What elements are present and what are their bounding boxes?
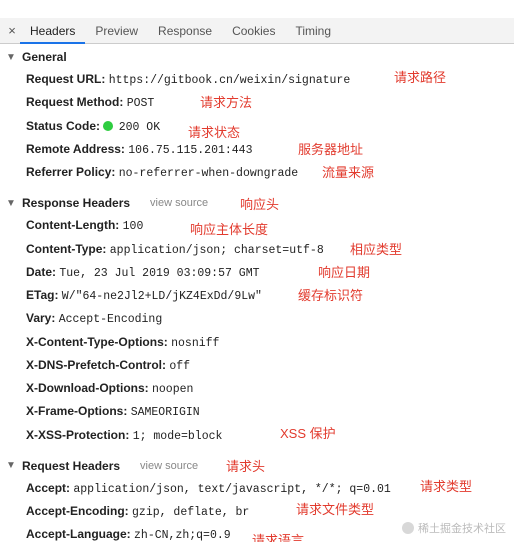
disclosure-triangle-icon: ▼ [6,52,16,63]
row-x-xss-protection: X-XSS-Protection: 1; mode=block XSS 保护 [26,424,514,447]
section-request-headers-header[interactable]: ▼ Request Headers view source 请求头 [0,453,514,477]
annotation-referer: 流量来源 [322,163,374,183]
value-request-url: https://gitbook.cn/weixin/signature [109,74,351,87]
tab-cookies[interactable]: Cookies [222,19,285,43]
value-content-length: 100 [123,220,144,233]
tab-bar: × Headers Preview Response Cookies Timin… [0,18,514,44]
row-x-download-options: X-Download-Options: noopen [26,377,514,400]
row-accept: Accept: application/json, text/javascrip… [26,477,514,500]
section-title-response-headers: Response Headers [22,196,130,210]
value-accept: application/json, text/javascript, */*; … [73,483,390,496]
section-title-general: General [22,50,67,64]
watermark: 稀土掘金技术社区 [402,520,506,536]
value-vary: Accept-Encoding [59,313,163,326]
row-content-type: Content-Type: application/json; charset=… [26,238,514,261]
label-status-code: Status Code: [26,119,100,133]
value-status-code: 200 OK [119,121,160,134]
annotation-xss: XSS 保护 [280,424,336,444]
annotation-etag: 缓存标识符 [298,286,363,306]
annotation-request-method: 请求方法 [200,93,252,113]
annotation-request-headers: 请求头 [226,456,265,475]
label-content-length: Content-Length: [26,218,119,232]
section-general-header[interactable]: ▼ General [0,44,514,68]
value-xdpc: off [169,360,190,373]
value-content-type: application/json; charset=utf-8 [110,244,324,257]
value-request-method: POST [127,97,155,110]
close-icon[interactable]: × [4,23,20,38]
annotation-accept-encoding: 请求文件类型 [296,500,374,520]
row-vary: Vary: Accept-Encoding [26,307,514,330]
watermark-text: 稀土掘金技术社区 [418,520,506,536]
label-request-url: Request URL: [26,72,105,86]
value-etag: W/"64-ne2Jl2+LD/jKZ4ExDd/9Lw" [62,290,262,303]
value-xcto: nosniff [171,337,219,350]
view-source-link[interactable]: view source [140,460,198,472]
label-xxss: X-XSS-Protection: [26,428,129,442]
status-dot-icon [103,121,113,131]
row-x-dns-prefetch-control: X-DNS-Prefetch-Control: off [26,354,514,377]
label-content-type: Content-Type: [26,242,106,256]
label-xdo: X-Download-Options: [26,381,149,395]
annotation-response-headers: 响应头 [240,194,279,213]
annotation-accept: 请求类型 [420,477,472,497]
row-x-frame-options: X-Frame-Options: SAMEORIGIN [26,400,514,423]
label-accept-encoding: Accept-Encoding: [26,504,129,518]
tab-timing[interactable]: Timing [285,19,341,43]
label-xdpc: X-DNS-Prefetch-Control: [26,358,166,372]
label-vary: Vary: [26,311,55,325]
row-remote-address: Remote Address: 106.75.115.201:443 服务器地址 [26,138,514,161]
row-request-method: Request Method: POST 请求方法 [26,91,514,114]
tab-headers[interactable]: Headers [20,19,85,43]
row-content-length: Content-Length: 100 响应主体长度 [26,214,514,237]
row-date: Date: Tue, 23 Jul 2019 03:09:57 GMT 响应日期 [26,261,514,284]
row-referrer-policy: Referrer Policy: no-referrer-when-downgr… [26,161,514,184]
row-request-url: Request URL: https://gitbook.cn/weixin/s… [26,68,514,91]
label-accept-language: Accept-Language: [26,527,131,541]
label-accept: Accept: [26,481,70,495]
label-remote-address: Remote Address: [26,142,125,156]
section-title-request-headers: Request Headers [22,459,120,473]
disclosure-triangle-icon: ▼ [6,460,16,471]
value-remote-address: 106.75.115.201:443 [128,144,252,157]
label-xcto: X-Content-Type-Options: [26,335,168,349]
label-xfo: X-Frame-Options: [26,404,127,418]
value-xdo: noopen [152,383,193,396]
view-source-link[interactable]: view source [150,197,208,209]
tab-response[interactable]: Response [148,19,222,43]
general-rows: Request URL: https://gitbook.cn/weixin/s… [0,68,514,190]
value-xfo: SAMEORIGIN [131,406,200,419]
value-referrer-policy: no-referrer-when-downgrade [119,167,298,180]
row-status-code: Status Code: 200 OK 请求状态 [26,115,514,138]
annotation-request-path: 请求路径 [394,68,446,88]
value-accept-encoding: gzip, deflate, br [132,506,249,519]
label-request-method: Request Method: [26,95,123,109]
value-xxss: 1; mode=block [133,430,223,443]
disclosure-triangle-icon: ▼ [6,198,16,209]
row-etag: ETag: W/"64-ne2Jl2+LD/jKZ4ExDd/9Lw" 缓存标识… [26,284,514,307]
label-referrer-policy: Referrer Policy: [26,165,115,179]
value-accept-language: zh-CN,zh;q=0.9 [134,529,231,542]
annotation-server-address: 服务器地址 [298,140,363,160]
annotation-date: 响应日期 [318,263,370,283]
annotation-content-type: 相应类型 [350,240,402,260]
section-response-headers-header[interactable]: ▼ Response Headers view source 响应头 [0,190,514,214]
annotation-accept-language: 请求语言 [252,531,304,542]
response-header-rows: Content-Length: 100 响应主体长度 Content-Type:… [0,214,514,453]
value-date: Tue, 23 Jul 2019 03:09:57 GMT [59,267,259,280]
tab-preview[interactable]: Preview [85,19,148,43]
row-x-content-type-options: X-Content-Type-Options: nosniff [26,331,514,354]
label-etag: ETag: [26,288,58,302]
label-date: Date: [26,265,56,279]
